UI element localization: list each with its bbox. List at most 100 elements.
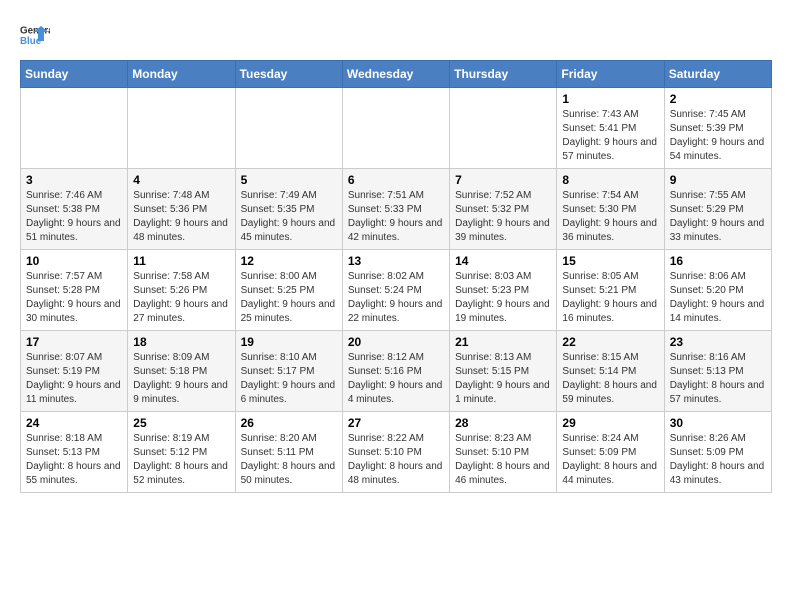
day-info: Sunrise: 8:10 AM Sunset: 5:17 PM Dayligh… bbox=[241, 351, 337, 407]
calendar-cell: 3 Sunrise: 7:46 AM Sunset: 5:38 PM Daylig… bbox=[21, 169, 128, 250]
weekday-header-monday: Monday bbox=[128, 61, 235, 88]
calendar-cell: 7 Sunrise: 7:52 AM Sunset: 5:32 PM Daylig… bbox=[450, 169, 557, 250]
day-info: Sunrise: 7:58 AM Sunset: 5:26 PM Dayligh… bbox=[133, 270, 229, 326]
calendar-cell: 1 Sunrise: 7:43 AM Sunset: 5:41 PM Daylig… bbox=[557, 88, 664, 169]
week-row-5: 24 Sunrise: 8:18 AM Sunset: 5:13 PM Dayli… bbox=[21, 412, 772, 493]
day-number: 13 bbox=[348, 254, 444, 268]
calendar-cell: 28Sunrise: 8:23 AM Sunset: 5:10 PM Dayli… bbox=[450, 412, 557, 493]
calendar-cell: 18Sunrise: 8:09 AM Sunset: 5:18 PM Dayli… bbox=[128, 331, 235, 412]
calendar-cell: 13 Sunrise: 8:02 AM Sunset: 5:24 PM Dayli… bbox=[342, 250, 449, 331]
calendar-cell: 8 Sunrise: 7:54 AM Sunset: 5:30 PM Daylig… bbox=[557, 169, 664, 250]
calendar-cell bbox=[342, 88, 449, 169]
day-info: Sunrise: 8:22 AM Sunset: 5:10 PM Dayligh… bbox=[348, 432, 444, 488]
day-info: Sunrise: 7:45 AM Sunset: 5:39 PM Dayligh… bbox=[670, 108, 766, 164]
day-number: 20 bbox=[348, 335, 444, 349]
day-info: Sunrise: 8:12 AM Sunset: 5:16 PM Dayligh… bbox=[348, 351, 444, 407]
day-number: 22 bbox=[562, 335, 658, 349]
calendar-cell: 17 Sunrise: 8:07 AM Sunset: 5:19 PM Dayli… bbox=[21, 331, 128, 412]
day-number: 9 bbox=[670, 173, 766, 187]
day-info: Sunrise: 7:43 AM Sunset: 5:41 PM Dayligh… bbox=[562, 108, 658, 164]
day-info: Sunrise: 7:54 AM Sunset: 5:30 PM Dayligh… bbox=[562, 189, 658, 245]
day-number: 1 bbox=[562, 92, 658, 106]
week-row-4: 17 Sunrise: 8:07 AM Sunset: 5:19 PM Dayli… bbox=[21, 331, 772, 412]
day-number: 17 bbox=[26, 335, 122, 349]
calendar-cell bbox=[21, 88, 128, 169]
day-info: Sunrise: 8:19 AM Sunset: 5:12 PM Dayligh… bbox=[133, 432, 229, 488]
weekday-header-friday: Friday bbox=[557, 61, 664, 88]
calendar-cell: 23 Sunrise: 8:16 AM Sunset: 5:13 PM Dayli… bbox=[664, 331, 771, 412]
day-info: Sunrise: 7:52 AM Sunset: 5:32 PM Dayligh… bbox=[455, 189, 551, 245]
day-number: 26 bbox=[241, 416, 337, 430]
day-info: Sunrise: 7:46 AM Sunset: 5:38 PM Dayligh… bbox=[26, 189, 122, 245]
day-number: 6 bbox=[348, 173, 444, 187]
day-info: Sunrise: 7:49 AM Sunset: 5:35 PM Dayligh… bbox=[241, 189, 337, 245]
day-info: Sunrise: 8:15 AM Sunset: 5:14 PM Dayligh… bbox=[562, 351, 658, 407]
calendar-cell: 2 Sunrise: 7:45 AM Sunset: 5:39 PM Daylig… bbox=[664, 88, 771, 169]
day-number: 28 bbox=[455, 416, 551, 430]
day-number: 14 bbox=[455, 254, 551, 268]
day-number: 15 bbox=[562, 254, 658, 268]
calendar-cell: 22 Sunrise: 8:15 AM Sunset: 5:14 PM Dayli… bbox=[557, 331, 664, 412]
calendar-cell: 29 Sunrise: 8:24 AM Sunset: 5:09 PM Dayli… bbox=[557, 412, 664, 493]
calendar-cell: 6 Sunrise: 7:51 AM Sunset: 5:33 PM Daylig… bbox=[342, 169, 449, 250]
week-row-1: 1 Sunrise: 7:43 AM Sunset: 5:41 PM Daylig… bbox=[21, 88, 772, 169]
day-info: Sunrise: 8:24 AM Sunset: 5:09 PM Dayligh… bbox=[562, 432, 658, 488]
day-info: Sunrise: 8:06 AM Sunset: 5:20 PM Dayligh… bbox=[670, 270, 766, 326]
calendar-cell: 12 Sunrise: 8:00 AM Sunset: 5:25 PM Dayli… bbox=[235, 250, 342, 331]
calendar-cell: 21Sunrise: 8:13 AM Sunset: 5:15 PM Dayli… bbox=[450, 331, 557, 412]
day-info: Sunrise: 8:26 AM Sunset: 5:09 PM Dayligh… bbox=[670, 432, 766, 488]
day-info: Sunrise: 8:20 AM Sunset: 5:11 PM Dayligh… bbox=[241, 432, 337, 488]
calendar-cell bbox=[450, 88, 557, 169]
calendar-cell: 9Sunrise: 7:55 AM Sunset: 5:29 PM Daylig… bbox=[664, 169, 771, 250]
weekday-header-saturday: Saturday bbox=[664, 61, 771, 88]
day-info: Sunrise: 7:51 AM Sunset: 5:33 PM Dayligh… bbox=[348, 189, 444, 245]
calendar-cell bbox=[128, 88, 235, 169]
day-info: Sunrise: 8:02 AM Sunset: 5:24 PM Dayligh… bbox=[348, 270, 444, 326]
day-number: 12 bbox=[241, 254, 337, 268]
calendar-cell: 30 Sunrise: 8:26 AM Sunset: 5:09 PM Dayli… bbox=[664, 412, 771, 493]
day-info: Sunrise: 8:16 AM Sunset: 5:13 PM Dayligh… bbox=[670, 351, 766, 407]
weekday-header-sunday: Sunday bbox=[21, 61, 128, 88]
header: General Blue bbox=[20, 20, 772, 50]
day-number: 24 bbox=[26, 416, 122, 430]
day-number: 3 bbox=[26, 173, 122, 187]
weekday-header-thursday: Thursday bbox=[450, 61, 557, 88]
calendar-cell: 19Sunrise: 8:10 AM Sunset: 5:17 PM Dayli… bbox=[235, 331, 342, 412]
calendar-cell: 11 Sunrise: 7:58 AM Sunset: 5:26 PM Dayli… bbox=[128, 250, 235, 331]
calendar-cell: 14 Sunrise: 8:03 AM Sunset: 5:23 PM Dayli… bbox=[450, 250, 557, 331]
calendar: SundayMondayTuesdayWednesdayThursdayFrid… bbox=[20, 60, 772, 493]
day-number: 11 bbox=[133, 254, 229, 268]
week-row-3: 10Sunrise: 7:57 AM Sunset: 5:28 PM Dayli… bbox=[21, 250, 772, 331]
day-info: Sunrise: 8:18 AM Sunset: 5:13 PM Dayligh… bbox=[26, 432, 122, 488]
logo: General Blue bbox=[20, 20, 50, 50]
calendar-cell bbox=[235, 88, 342, 169]
day-number: 5 bbox=[241, 173, 337, 187]
day-number: 7 bbox=[455, 173, 551, 187]
day-info: Sunrise: 8:03 AM Sunset: 5:23 PM Dayligh… bbox=[455, 270, 551, 326]
week-row-2: 3 Sunrise: 7:46 AM Sunset: 5:38 PM Daylig… bbox=[21, 169, 772, 250]
day-number: 21 bbox=[455, 335, 551, 349]
day-number: 23 bbox=[670, 335, 766, 349]
day-info: Sunrise: 8:00 AM Sunset: 5:25 PM Dayligh… bbox=[241, 270, 337, 326]
day-number: 2 bbox=[670, 92, 766, 106]
day-number: 27 bbox=[348, 416, 444, 430]
day-number: 29 bbox=[562, 416, 658, 430]
day-number: 25 bbox=[133, 416, 229, 430]
calendar-cell: 26 Sunrise: 8:20 AM Sunset: 5:11 PM Dayli… bbox=[235, 412, 342, 493]
calendar-cell: 10Sunrise: 7:57 AM Sunset: 5:28 PM Dayli… bbox=[21, 250, 128, 331]
day-number: 8 bbox=[562, 173, 658, 187]
calendar-body: 1 Sunrise: 7:43 AM Sunset: 5:41 PM Daylig… bbox=[21, 88, 772, 493]
day-number: 4 bbox=[133, 173, 229, 187]
day-info: Sunrise: 8:07 AM Sunset: 5:19 PM Dayligh… bbox=[26, 351, 122, 407]
weekday-header-row: SundayMondayTuesdayWednesdayThursdayFrid… bbox=[21, 61, 772, 88]
day-info: Sunrise: 8:09 AM Sunset: 5:18 PM Dayligh… bbox=[133, 351, 229, 407]
calendar-cell: 16Sunrise: 8:06 AM Sunset: 5:20 PM Dayli… bbox=[664, 250, 771, 331]
calendar-cell: 15 Sunrise: 8:05 AM Sunset: 5:21 PM Dayli… bbox=[557, 250, 664, 331]
calendar-cell: 5 Sunrise: 7:49 AM Sunset: 5:35 PM Daylig… bbox=[235, 169, 342, 250]
weekday-header-tuesday: Tuesday bbox=[235, 61, 342, 88]
calendar-cell: 20 Sunrise: 8:12 AM Sunset: 5:16 PM Dayli… bbox=[342, 331, 449, 412]
day-info: Sunrise: 8:05 AM Sunset: 5:21 PM Dayligh… bbox=[562, 270, 658, 326]
day-number: 30 bbox=[670, 416, 766, 430]
calendar-cell: 24 Sunrise: 8:18 AM Sunset: 5:13 PM Dayli… bbox=[21, 412, 128, 493]
weekday-header-wednesday: Wednesday bbox=[342, 61, 449, 88]
